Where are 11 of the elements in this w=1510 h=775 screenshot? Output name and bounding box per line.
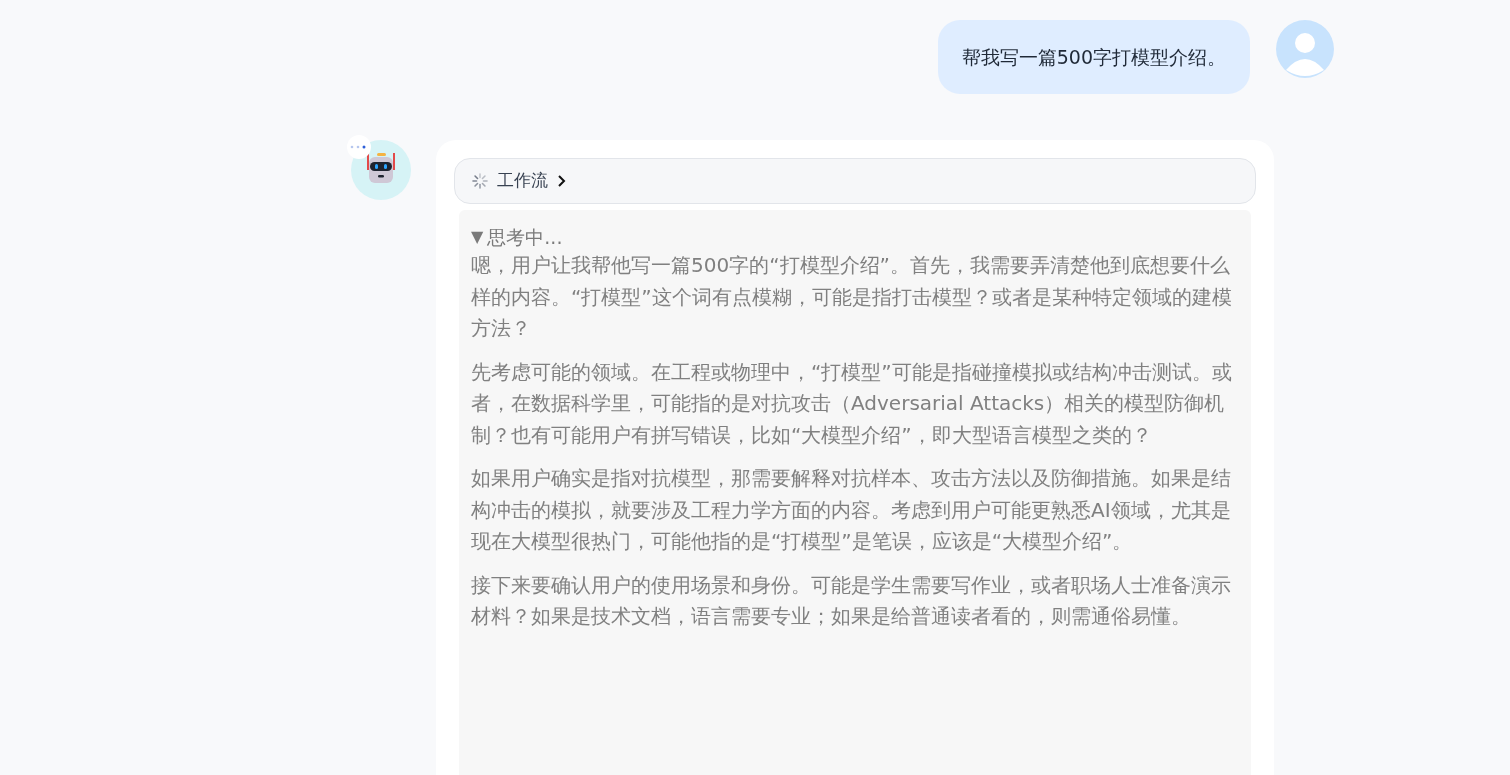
loading-spinner-icon <box>471 172 489 190</box>
thinking-paragraph: 嗯，用户让我帮他写一篇500字的“打模型介绍”。首先，我需要弄清楚他到底想要什么样的内容。“打模型”这个词有点模糊，可能是指打击模型？或者是某种特定领域的建模方法？ <box>471 252 1233 342</box>
caret-icon: ▼ <box>471 224 484 250</box>
user-message-bubble: 帮我写一篇500字打模型介绍。 <box>937 20 1250 94</box>
thinking-paragraph: 接下来要确认用户的使用场景和身份。可能是学生需要写作业，或者职场人士准备演示材料？如果是技术文档，语言需要专业；如果是给普通读者看的，则需通俗易懂。 <box>471 571 1232 630</box>
thinking-paragraph: 先考虑可能的领域。在工程或物理中，“打模型”可能是指碰撞模拟或结构冲击测试。或者，在数据科学里，可能指的是对抗攻击（Adversarial Attacks）相关的模型防御机制？也有可能用户有拼写错误，比如“大模型介绍”，即大型语言模型之类的？ <box>471 358 1233 449</box>
thinking-toggle[interactable]: ▼ 思考中... <box>471 224 563 250</box>
workflow-toggle[interactable]: 工作流 <box>454 158 1256 204</box>
user-avatar-icon <box>1276 20 1334 78</box>
chevron-right-icon <box>556 174 566 188</box>
thinking-paragraph: 如果用户确实是指对抗模型，那需要解释对抗样本、攻击方法以及防御措施。如果是结构冲击的模拟，就要涉及工程力学方面的内容。考虑到用户可能更熟悉AI领域，尤其是现在大模型很热门，可能他指的是“打模型”是笔误，应该是“大模型介绍”。 <box>471 465 1232 555</box>
